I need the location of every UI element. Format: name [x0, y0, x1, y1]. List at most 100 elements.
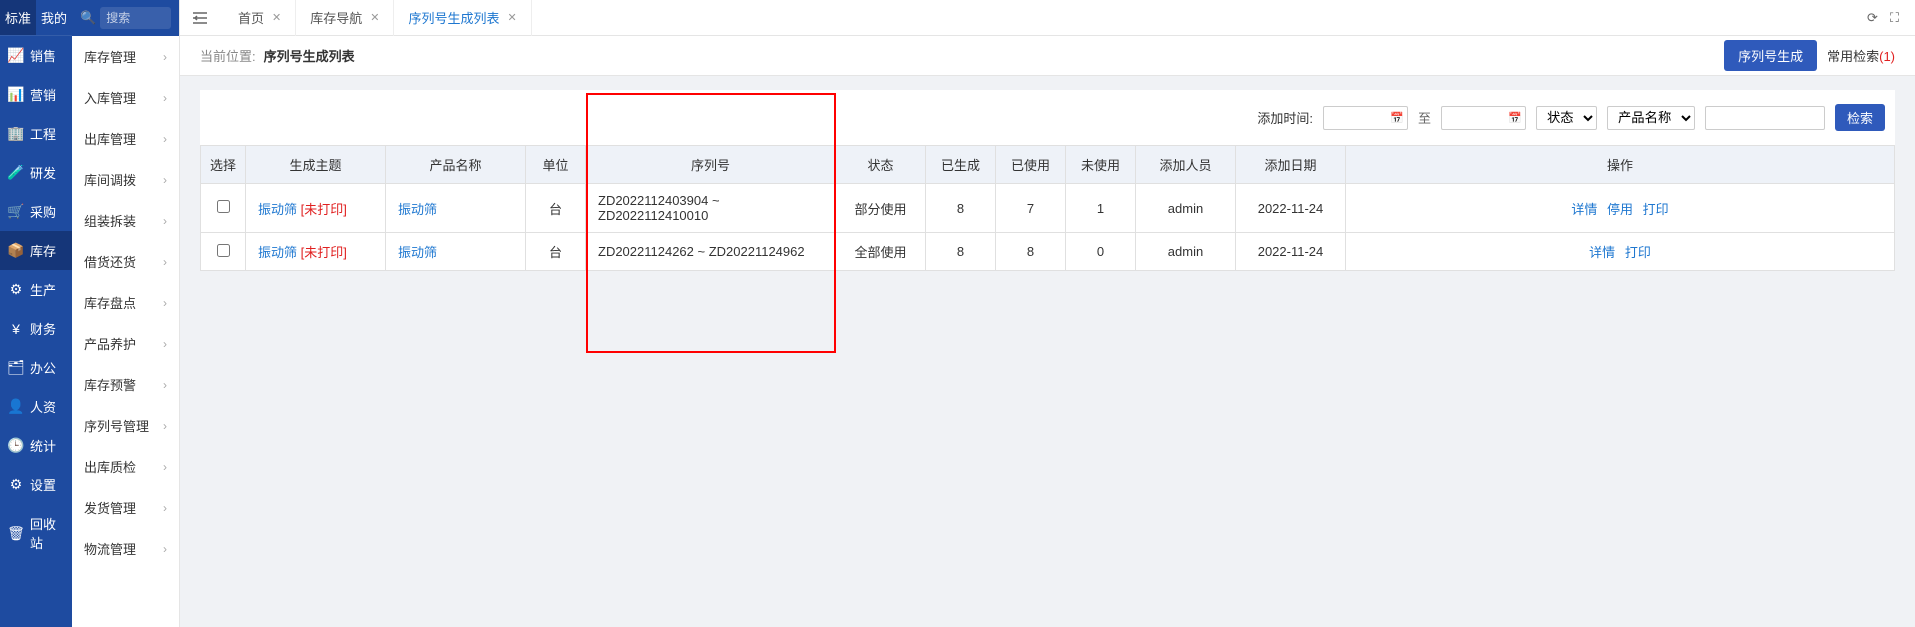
secondary-nav-item[interactable]: 库存预警›: [72, 364, 179, 405]
secondary-nav-item[interactable]: 库存盘点 ›: [72, 282, 179, 323]
date-separator: 至: [1418, 108, 1431, 127]
primary-nav-item[interactable]: 🗂办公: [0, 348, 72, 387]
chevron-right-icon: ›: [163, 378, 167, 392]
tab[interactable]: 库存导航✕: [296, 0, 394, 36]
nav-item-label: 销售: [30, 46, 56, 65]
primary-nav-item[interactable]: ⚙生产: [0, 270, 72, 309]
secondary-nav-label: 入库管理: [84, 88, 136, 107]
generate-serial-button[interactable]: 序列号生成: [1724, 40, 1817, 71]
primary-nav-item[interactable]: 📊营销: [0, 75, 72, 114]
topic-link[interactable]: 振动筛: [258, 245, 297, 260]
op-link[interactable]: 打印: [1643, 202, 1669, 217]
primary-nav-item[interactable]: 🏢工程: [0, 114, 72, 153]
row-checkbox[interactable]: [217, 200, 230, 213]
op-link[interactable]: 详情: [1571, 202, 1597, 217]
nav-item-icon: 👤: [8, 399, 24, 415]
row-checkbox[interactable]: [217, 244, 230, 257]
primary-nav-item[interactable]: 🕒统计: [0, 426, 72, 465]
secondary-nav-item[interactable]: 库间调拨›: [72, 159, 179, 200]
secondary-nav-item[interactable]: 组装拆装›: [72, 200, 179, 241]
primary-nav-item[interactable]: ¥财务: [0, 309, 72, 348]
chevron-right-icon: ›: [163, 132, 167, 146]
generated-cell: 8: [926, 184, 996, 233]
adder-cell: admin: [1136, 184, 1236, 233]
date-cell: 2022-11-24: [1236, 184, 1346, 233]
saved-search-link[interactable]: 常用检索(1): [1827, 46, 1895, 65]
secondary-nav-item[interactable]: 发货管理›: [72, 487, 179, 528]
date-from-input[interactable]: [1323, 106, 1408, 130]
secondary-nav-item[interactable]: 序列号管理›: [72, 405, 179, 446]
keyword-input[interactable]: [1705, 106, 1825, 130]
tab[interactable]: 首页✕: [224, 0, 296, 36]
nav-item-label: 工程: [30, 124, 56, 143]
product-link[interactable]: 振动筛: [398, 245, 437, 260]
unused-cell: 0: [1066, 233, 1136, 271]
chevron-right-icon: ›: [163, 91, 167, 105]
secondary-nav-label: 出库质检: [84, 457, 136, 476]
op-link[interactable]: 详情: [1589, 245, 1615, 260]
search-input[interactable]: [100, 7, 171, 29]
nav-tab-standard[interactable]: 标准: [0, 0, 36, 35]
secondary-search: 🔍: [72, 0, 179, 36]
nav-item-icon: 🗑: [8, 525, 24, 541]
secondary-nav-label: 产品养护: [84, 334, 136, 353]
product-link[interactable]: 振动筛: [398, 202, 437, 217]
secondary-nav-item[interactable]: 产品养护›: [72, 323, 179, 364]
secondary-nav-label: 库存盘点: [84, 293, 136, 312]
tab-label: 序列号生成列表: [408, 8, 499, 27]
table-header: 生成主题: [246, 146, 386, 184]
secondary-nav-item[interactable]: 出库质检›: [72, 446, 179, 487]
table-header: 产品名称: [386, 146, 526, 184]
op-link[interactable]: 打印: [1625, 245, 1651, 260]
nav-item-icon: 📈: [8, 48, 24, 64]
primary-nav-header: 标准 我的: [0, 0, 72, 36]
tab[interactable]: 序列号生成列表 ✕: [394, 0, 531, 36]
nav-item-icon: 📦: [8, 243, 24, 259]
secondary-nav-label: 库间调拨: [84, 170, 136, 189]
chevron-right-icon: ›: [163, 296, 167, 310]
ops-cell: 详情 打印: [1346, 233, 1895, 271]
primary-nav-item[interactable]: ⚙设置: [0, 465, 72, 504]
nav-tab-mine[interactable]: 我的: [36, 0, 72, 35]
collapse-sidebar-button[interactable]: [188, 6, 212, 30]
primary-nav-item[interactable]: 📦库存: [0, 231, 72, 270]
filter-addtime-label: 添加时间:: [1257, 108, 1313, 127]
status-cell: 部分使用: [836, 184, 926, 233]
status-select[interactable]: 状态: [1536, 106, 1597, 130]
secondary-nav-item[interactable]: 入库管理 ›: [72, 77, 179, 118]
table-header: 序列号: [586, 146, 836, 184]
breadcrumb-current: 序列号生成列表: [264, 46, 355, 65]
primary-nav-item[interactable]: 👤人资: [0, 387, 72, 426]
secondary-nav-item[interactable]: 库存管理›: [72, 36, 179, 77]
nav-item-icon: ¥: [8, 321, 24, 337]
nav-item-icon: 🛒: [8, 204, 24, 220]
secondary-nav-item[interactable]: 借货还货›: [72, 241, 179, 282]
fullscreen-icon[interactable]: ⛶: [1890, 10, 1899, 26]
table-header: 已使用: [996, 146, 1066, 184]
search-button[interactable]: 检索: [1835, 104, 1885, 131]
product-select[interactable]: 产品名称: [1607, 106, 1695, 130]
table-header: 添加日期: [1236, 146, 1346, 184]
topic-link[interactable]: 振动筛: [258, 202, 297, 217]
primary-nav-item[interactable]: 📈 销售: [0, 36, 72, 75]
primary-nav-item[interactable]: 🗑回收站: [0, 504, 72, 562]
main: 首页✕库存导航✕序列号生成列表✕ ⟳ ⛶ 当前位置: 序列号生成列表 序列号生成…: [180, 0, 1915, 627]
secondary-nav-item[interactable]: 物流管理›: [72, 528, 179, 569]
primary-nav-item[interactable]: 🧪研发: [0, 153, 72, 192]
close-icon[interactable]: ✕: [272, 11, 281, 24]
primary-nav-item[interactable]: 🛒采购: [0, 192, 72, 231]
date-to-input[interactable]: [1441, 106, 1526, 130]
table-header: 已生成: [926, 146, 996, 184]
table-header: 未使用: [1066, 146, 1136, 184]
refresh-icon[interactable]: ⟳: [1867, 10, 1878, 26]
close-icon[interactable]: ✕: [370, 11, 379, 24]
date-cell: 2022-11-24: [1236, 233, 1346, 271]
unused-cell: 1: [1066, 184, 1136, 233]
used-cell: 8: [996, 233, 1066, 271]
secondary-nav-item[interactable]: 出库管理›: [72, 118, 179, 159]
close-icon[interactable]: ✕: [507, 11, 516, 24]
nav-item-label: 营销: [30, 85, 56, 104]
breadcrumb-label: 当前位置:: [200, 46, 256, 65]
nav-item-label: 研发: [30, 163, 56, 182]
op-link[interactable]: 停用: [1607, 202, 1633, 217]
